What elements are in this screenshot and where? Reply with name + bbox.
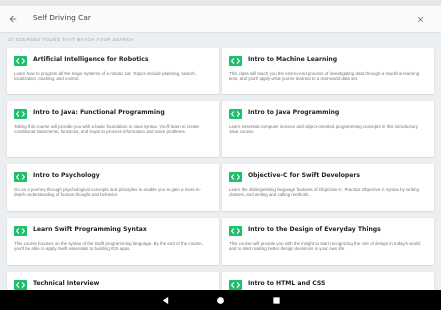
course-description: Go on a journey through psychological co… bbox=[14, 187, 201, 198]
arrow-back-icon bbox=[9, 15, 17, 23]
course-card[interactable]: Intro to the Design of Everyday Things T… bbox=[222, 218, 434, 265]
nav-home-icon bbox=[216, 296, 224, 304]
course-description: This course will provide you with the in… bbox=[229, 241, 422, 252]
course-card[interactable]: Intro to Machine Learning This class wil… bbox=[222, 48, 434, 94]
course-description: Taking this course will provide you with… bbox=[14, 124, 200, 135]
nav-home-button[interactable] bbox=[214, 294, 226, 306]
course-card[interactable]: Intro to HTML and CSS bbox=[222, 272, 434, 292]
code-icon bbox=[229, 280, 242, 290]
nav-recents-button[interactable] bbox=[270, 294, 282, 306]
course-card[interactable]: Artificial Intelligence for Robotics Lea… bbox=[7, 48, 219, 94]
course-description: Learn essential computer science and obj… bbox=[229, 124, 418, 135]
code-icon bbox=[229, 226, 242, 236]
course-title: Technical Interview bbox=[33, 280, 100, 287]
code-icon bbox=[14, 56, 27, 66]
course-card[interactable]: Objective-C for Swift Developers Learn t… bbox=[222, 164, 434, 211]
course-description: This course focuses on the syntax of the… bbox=[14, 241, 203, 252]
code-icon bbox=[14, 109, 27, 119]
back-button[interactable] bbox=[5, 11, 21, 27]
code-icon bbox=[229, 172, 242, 182]
course-title: Artificial Intelligence for Robotics bbox=[33, 56, 149, 63]
system-navigation-bar bbox=[0, 290, 441, 310]
course-title: Objective-C for Swift Developers bbox=[248, 172, 361, 179]
nav-back-button[interactable] bbox=[159, 294, 171, 306]
search-query[interactable]: Self Driving Car bbox=[33, 13, 91, 22]
course-card[interactable]: Technical Interview bbox=[7, 272, 219, 292]
course-title: Intro to Java Programming bbox=[248, 109, 340, 116]
code-icon bbox=[14, 226, 27, 236]
nav-recents-icon bbox=[272, 296, 280, 304]
course-description: Learn the distinguishing language featur… bbox=[229, 187, 419, 198]
close-icon bbox=[417, 16, 423, 22]
code-icon bbox=[229, 56, 242, 66]
course-title: Intro to Machine Learning bbox=[248, 56, 338, 63]
course-title: Intro to HTML and CSS bbox=[248, 280, 326, 287]
course-title: Intro to the Design of Everyday Things bbox=[248, 226, 381, 233]
nav-back-icon bbox=[162, 296, 168, 304]
course-title: Learn Swift Programming Syntax bbox=[33, 226, 147, 233]
code-icon bbox=[14, 172, 27, 182]
course-description: Learn how to program all the major syste… bbox=[14, 71, 196, 82]
clear-search-button[interactable] bbox=[413, 12, 427, 26]
code-icon bbox=[14, 280, 27, 290]
course-card[interactable]: Intro to Java Programming Learn essentia… bbox=[222, 101, 434, 157]
course-card[interactable]: Intro to Java: Functional Programming Ta… bbox=[7, 101, 219, 157]
search-app-bar: Self Driving Car bbox=[0, 6, 441, 33]
course-description: This class will teach you the end-to-end… bbox=[229, 71, 420, 82]
course-title: Intro to Java: Functional Programming bbox=[33, 109, 165, 116]
code-icon bbox=[229, 109, 242, 119]
course-card[interactable]: Learn Swift Programming Syntax This cour… bbox=[7, 218, 219, 265]
course-card[interactable]: Intro to Psychology Go on a journey thro… bbox=[7, 164, 219, 211]
results-count: 22 COURSES FOUND THAT MATCH YOUR SEARCH bbox=[8, 37, 134, 42]
course-title: Intro to Psychology bbox=[33, 172, 100, 179]
